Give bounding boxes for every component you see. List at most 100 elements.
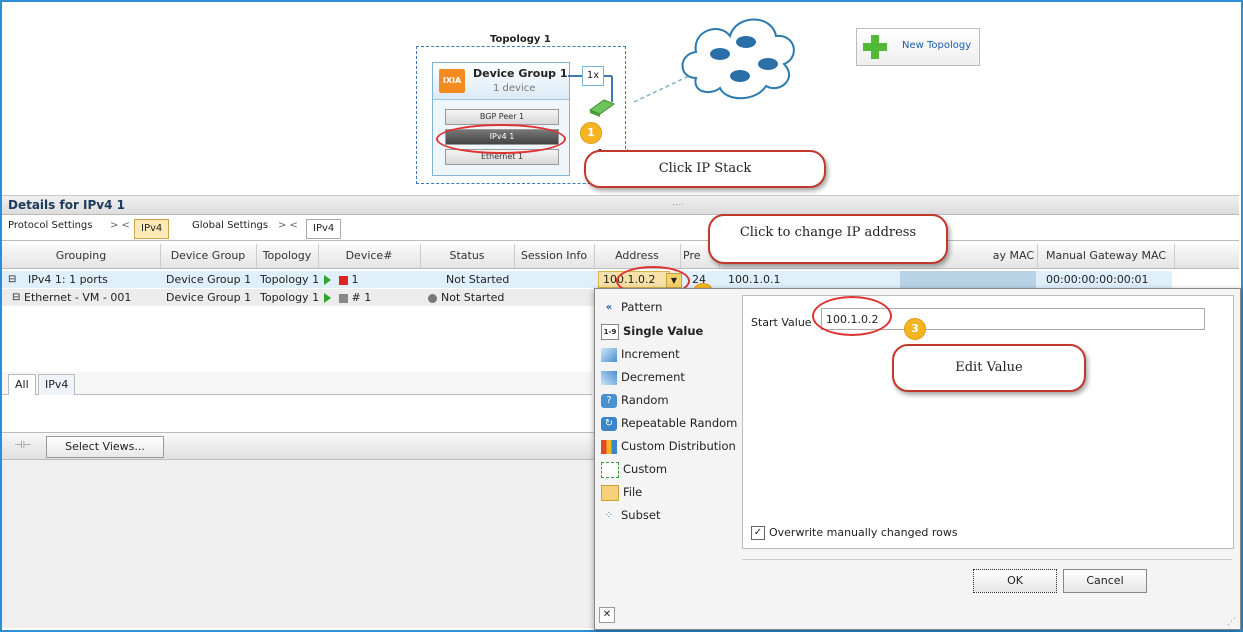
overwrite-checkbox-row[interactable]: ✓ Overwrite manually changed rows	[751, 526, 958, 540]
repeatable-random-icon: ↻	[601, 416, 617, 431]
resize-grip-icon[interactable]: ⋰	[1227, 617, 1236, 627]
pattern-option-subset[interactable]: ⁘ Subset	[601, 505, 661, 525]
network-cloud-icon	[681, 18, 795, 100]
pattern-label: Random	[621, 393, 669, 407]
cell-status: Not Started	[446, 273, 510, 286]
step-badge-1: 1	[580, 122, 602, 144]
collapse-icon[interactable]: ⊟	[8, 289, 20, 306]
pattern-label: Custom	[623, 462, 668, 476]
single-value-icon: 1-9	[601, 323, 619, 340]
overwrite-checkbox[interactable]: ✓	[751, 526, 765, 540]
topology-title: Topology 1	[490, 34, 551, 45]
protocol-settings-link[interactable]: Protocol Settings	[8, 220, 93, 231]
col-header-manual-gateway-mac[interactable]: Manual Gateway MAC	[1038, 244, 1175, 268]
status-text: Not Started	[441, 291, 505, 304]
highlight-ring-start-value	[812, 296, 892, 336]
crumb-separator: > <	[110, 220, 130, 231]
cell-device: 1	[320, 271, 359, 288]
tab-protocol-ipv4[interactable]: IPv4	[134, 219, 170, 239]
increment-icon	[601, 347, 617, 362]
grid-header: Grouping Device Group Topology Device# S…	[2, 244, 1239, 269]
tab-ipv4[interactable]: IPv4	[38, 374, 76, 395]
col-header-topology[interactable]: Topology	[256, 244, 319, 268]
close-icon[interactable]: ✕	[599, 607, 615, 623]
random-icon: ?	[601, 393, 617, 408]
not-started-icon	[428, 293, 437, 303]
callout-click-ip-stack: Click IP Stack	[584, 150, 826, 188]
callout-change-ip-address: Click to change IP address	[708, 214, 948, 264]
pattern-option-decrement[interactable]: Decrement	[601, 367, 685, 387]
ixia-logo-icon: IXIA	[439, 69, 465, 93]
col-header-device-number[interactable]: Device#	[318, 244, 421, 268]
cell-topology: Topology 1	[260, 273, 320, 286]
pattern-list: « Pattern 1-9 Single Value Increment Decre…	[595, 289, 738, 629]
bar-chart-icon	[601, 439, 617, 454]
callout-text: Click to change IP address	[739, 225, 917, 240]
col-header-device-group[interactable]: Device Group	[160, 244, 257, 268]
cell-status: Not Started	[424, 289, 504, 306]
custom-icon	[601, 461, 619, 478]
col-header-address[interactable]: Address	[594, 244, 681, 268]
double-chevron-icon: «	[605, 301, 613, 313]
pattern-option-pattern[interactable]: « Pattern	[601, 297, 663, 317]
details-title: Details for IPv4 1	[8, 198, 125, 212]
col-header-gateway-mac[interactable]: ay MAC	[970, 244, 1038, 268]
col-header-status[interactable]: Status	[420, 244, 515, 268]
pin-icon[interactable]: ⊣⊢	[14, 440, 31, 451]
status-square-gray-icon	[339, 293, 348, 303]
pattern-option-custom[interactable]: Custom	[601, 459, 667, 479]
global-settings-link[interactable]: Global Settings	[192, 220, 268, 231]
divider	[742, 559, 1232, 560]
gateway-mac-cell[interactable]	[900, 271, 1036, 288]
cell-device-group: Device Group 1	[166, 273, 252, 286]
pattern-label: Repeatable Random	[621, 416, 738, 430]
device-group-card[interactable]: IXIA Device Group 1 1 device BGP Peer 1 …	[432, 62, 570, 176]
table-row[interactable]: ⊟ Ethernet - VM - 001 Device Group 1 Top…	[2, 289, 596, 306]
pattern-option-repeatable-random[interactable]: ↻ Repeatable Random	[601, 413, 737, 433]
pattern-option-single-value[interactable]: 1-9 Single Value	[601, 321, 703, 341]
pattern-label: Decrement	[621, 370, 685, 384]
decrement-icon	[601, 370, 617, 385]
pattern-option-custom-distribution[interactable]: Custom Distribution	[601, 436, 736, 456]
overwrite-label: Overwrite manually changed rows	[769, 526, 958, 539]
col-header-session-info[interactable]: Session Info	[514, 244, 595, 268]
new-topology-label: New Topology	[902, 40, 972, 51]
splitter-grip[interactable]: ....	[672, 198, 683, 208]
pattern-label: Increment	[621, 347, 680, 361]
plus-icon	[863, 35, 887, 59]
details-header: Details for IPv4 1 ....	[2, 195, 1239, 215]
select-views-button[interactable]: Select Views...	[46, 436, 164, 458]
play-icon[interactable]	[324, 275, 331, 285]
port-icon[interactable]	[588, 96, 616, 118]
start-value-label: Start Value	[751, 316, 812, 329]
col-header-grouping[interactable]: Grouping	[2, 244, 161, 268]
device-group-name: Device Group 1	[473, 67, 568, 80]
device-count: 1 device	[493, 83, 536, 94]
callout-edit-value: Edit Value	[892, 344, 1086, 392]
cell-topology: Topology 1	[260, 291, 320, 304]
status-square-red-icon	[339, 275, 348, 285]
collapse-icon[interactable]: ⊟	[4, 271, 16, 288]
new-topology-button[interactable]: New Topology	[856, 28, 980, 66]
pattern-option-increment[interactable]: Increment	[601, 344, 680, 364]
device-number: # 1	[351, 291, 372, 304]
multiplier-badge[interactable]: 1x	[582, 66, 604, 86]
pattern-label: Custom Distribution	[621, 439, 736, 453]
single-value-editor: Start Value 100.1.0.2 ✓ Overwrite manuall…	[742, 295, 1234, 549]
highlight-ring-ip-stack	[436, 124, 566, 154]
pattern-option-random[interactable]: ? Random	[601, 390, 669, 410]
pattern-option-file[interactable]: File	[601, 482, 642, 502]
tab-all[interactable]: All	[8, 374, 36, 395]
stack-bgp-peer[interactable]: BGP Peer 1	[445, 109, 559, 125]
cell-grouping: IPv4 1: 1 ports	[28, 273, 108, 286]
ok-button[interactable]: OK	[973, 569, 1057, 593]
tab-global-ipv4[interactable]: IPv4	[306, 219, 342, 239]
cancel-button[interactable]: Cancel	[1063, 569, 1147, 593]
play-icon[interactable]	[324, 293, 331, 303]
pattern-label: Single Value	[623, 324, 704, 338]
cell-manual-gateway-mac: 00:00:00:00:00:01	[1046, 273, 1149, 286]
step-badge-3: 3	[904, 318, 926, 340]
cell-grouping: Ethernet - VM - 001	[24, 291, 132, 304]
divider	[2, 240, 1239, 241]
device-group-header[interactable]: IXIA Device Group 1 1 device	[433, 63, 569, 100]
